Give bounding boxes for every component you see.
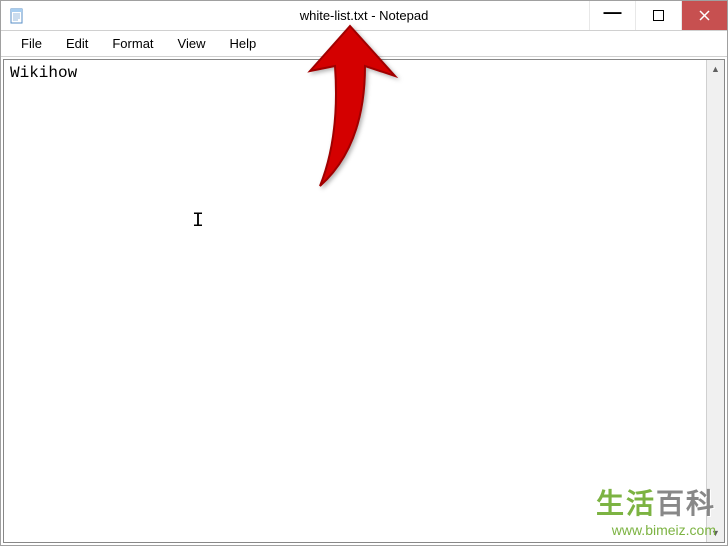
close-button[interactable] [681,1,727,30]
menu-edit[interactable]: Edit [54,33,100,54]
minimize-button[interactable]: — [589,1,635,30]
vertical-scrollbar[interactable]: ▲ ▼ [706,60,724,542]
watermark-url: www.bimeiz.com [596,522,716,538]
window-title: white-list.txt - Notepad [300,8,429,23]
maximize-button[interactable] [635,1,681,30]
watermark-text-1: 生活 [596,488,656,519]
menu-help[interactable]: Help [217,33,268,54]
text-editor[interactable]: Wikihow [4,60,706,542]
title-bar[interactable]: white-list.txt - Notepad — [1,1,727,31]
menu-format[interactable]: Format [100,33,165,54]
notepad-icon [9,8,25,24]
scroll-up-arrow-icon[interactable]: ▲ [707,60,724,78]
watermark-text-2: 百科 [656,488,716,519]
editor-wrapper: Wikihow ▲ ▼ I [3,59,725,543]
menu-view[interactable]: View [166,33,218,54]
watermark-title: 生活百科 [596,482,716,522]
menu-file[interactable]: File [9,33,54,54]
watermark: 生活百科 www.bimeiz.com [596,482,716,538]
notepad-window: white-list.txt - Notepad — File Edit For… [0,0,728,546]
window-controls: — [589,1,727,30]
menu-bar: File Edit Format View Help [1,31,727,57]
